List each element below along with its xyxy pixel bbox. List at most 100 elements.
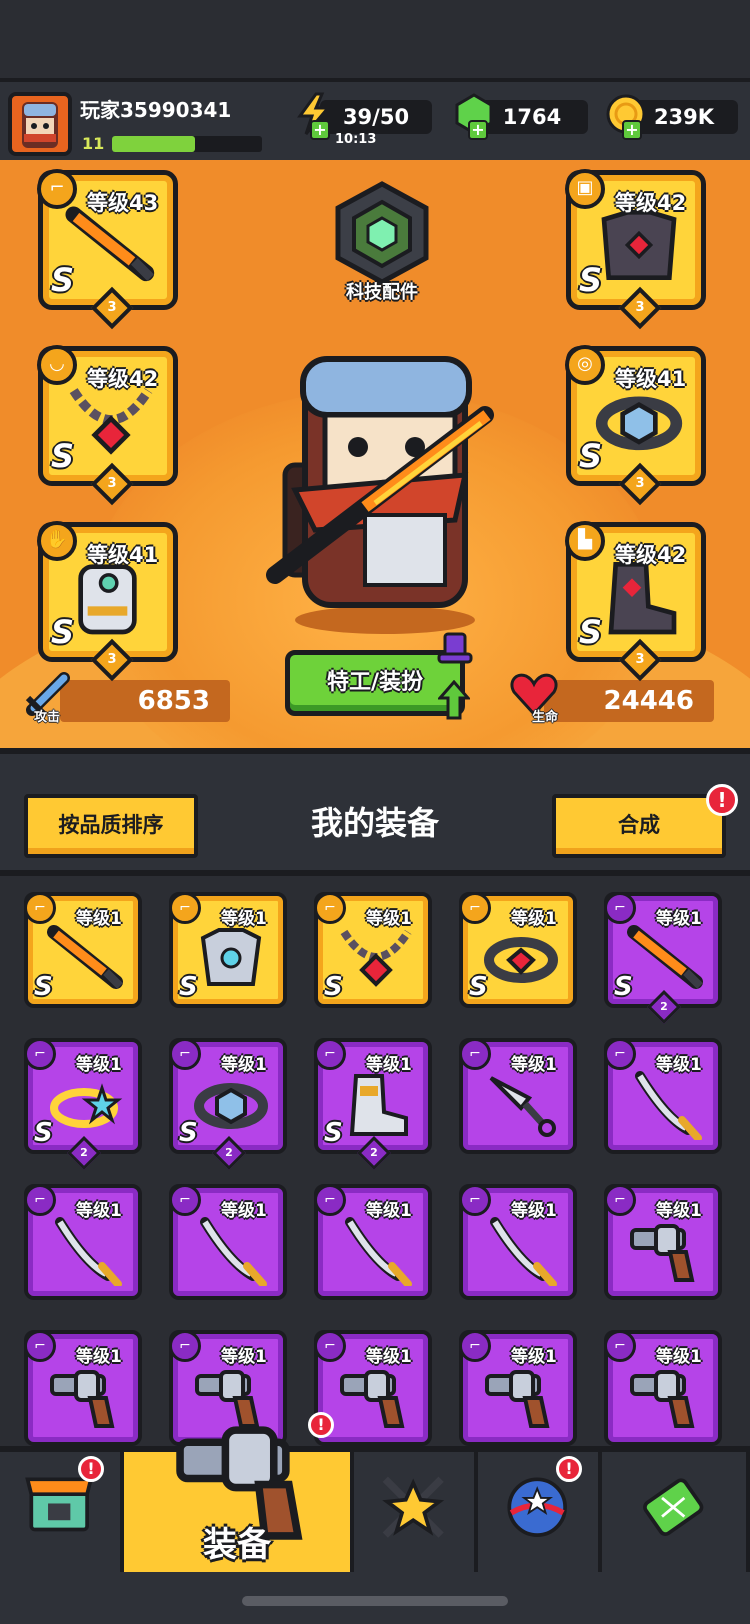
add-coins-button[interactable]: + (622, 120, 642, 140)
attack-label: 攻击 (34, 710, 61, 725)
upgrade-arrow-icon (438, 680, 470, 720)
hp-value: 24446 (544, 680, 714, 722)
item-level: 等级1 (76, 909, 122, 929)
equipment-screen: 玩家35990341 11 39/50 + 10:13 1764 + 239K … (0, 0, 750, 1624)
item-slot-type-icon: ⌐ (24, 1330, 56, 1362)
flame-sword-icon (47, 925, 123, 989)
inventory-item[interactable]: ⌐ 等级1 (459, 1330, 577, 1446)
item-rank: S (469, 972, 488, 1002)
inventory-item[interactable]: ⌐ 等级1 S 2 (314, 1038, 432, 1170)
mech-armor-icon (200, 928, 262, 986)
inventory-item[interactable]: ⌐ 等级1 S (314, 892, 432, 1008)
star-count: 3 (635, 476, 645, 491)
equipped-slot-right-3[interactable]: ▙ 等级42 S 3 (565, 521, 706, 682)
slot-rank: S (51, 613, 75, 651)
star-count: 3 (635, 300, 645, 315)
inventory-item[interactable]: ⌐ 等级1 (24, 1184, 142, 1300)
glove-slot-icon: ✋ (37, 521, 77, 561)
item-level: 等级1 (366, 909, 412, 929)
inventory-item[interactable]: ⌐ 等级1 (604, 1184, 722, 1300)
star-count: 3 (107, 652, 117, 667)
add-energy-button[interactable]: + (310, 120, 330, 140)
nav-tab-3[interactable] (354, 1452, 478, 1572)
item-slot-type-icon: ⌐ (459, 1038, 491, 1070)
equipped-slot-left-1[interactable]: ⌐ 等级43 S 3 (37, 169, 178, 330)
star-count: 3 (107, 300, 117, 315)
item-level: 等级1 (511, 1347, 557, 1367)
xp-bar-fill (112, 136, 195, 152)
inventory-item[interactable]: ⌐ 等级1 (604, 1038, 722, 1154)
equipped-slot-left-2[interactable]: ◡ 等级42 S 3 (37, 345, 178, 506)
item-slot-type-icon: ⌐ (169, 892, 201, 924)
item-level: 等级1 (366, 1201, 412, 1221)
item-slot-type-icon: ⌐ (604, 892, 636, 924)
item-slot-type-icon: ⌐ (24, 892, 56, 924)
dna-capsule-icon (643, 1478, 704, 1536)
item-slot-type-icon: ⌐ (169, 1038, 201, 1070)
inventory-item[interactable]: ⌐ 等级1 S 2 (604, 892, 722, 1024)
inventory-item[interactable]: ⌐ 等级1 (169, 1184, 287, 1300)
star-count: 2 (80, 1146, 88, 1159)
star-count: 3 (635, 652, 645, 667)
energy-counter: 39/50 (320, 100, 432, 134)
hp-label: 生命 (532, 710, 559, 725)
player-avatar[interactable] (8, 92, 72, 156)
revolver-icon (630, 1224, 695, 1282)
inventory-item[interactable]: ⌐ 等级1 S (169, 892, 287, 1008)
nav-tab-5[interactable] (602, 1452, 750, 1572)
inventory-item[interactable]: ⌐ 等级1 S 2 (24, 1038, 142, 1170)
flame-sword-icon (627, 925, 703, 989)
revolver-icon (485, 1370, 550, 1428)
item-level: 等级1 (366, 1055, 412, 1075)
merge-button[interactable]: 合成 (552, 794, 726, 858)
star-count-badge: 2 (647, 990, 681, 1024)
inventory-item[interactable]: ⌐ 等级1 S 2 (169, 1038, 287, 1170)
top-hat-icon (437, 632, 473, 664)
item-rank: S (34, 1118, 53, 1148)
nav-tab-4[interactable]: ! (478, 1452, 602, 1572)
belt-slot-icon: ◎ (565, 345, 605, 385)
item-rank: S (179, 1118, 198, 1148)
item-level: 等级1 (221, 909, 267, 929)
inventory-item[interactable]: ⌐ 等级1 (459, 1184, 577, 1300)
equipped-slot-right-2[interactable]: ◎ 等级41 S 3 (565, 345, 706, 506)
shop-icon (25, 1477, 94, 1532)
gun-slot-icon: ⌐ (37, 169, 77, 209)
chain-necklace-icon (340, 929, 412, 987)
nav-tab-label: 装备 (203, 1525, 271, 1565)
item-level: 等级1 (656, 1055, 702, 1075)
star-ring-icon (50, 1083, 123, 1128)
item-level: 等级1 (366, 1347, 412, 1367)
slot-level: 等级41 (87, 543, 159, 567)
hex-belt-icon (194, 1083, 268, 1129)
item-level: 等级1 (656, 1347, 702, 1367)
katana-icon (490, 1217, 557, 1286)
slot-level: 等级42 (615, 191, 687, 215)
item-slot-type-icon: ⌐ (24, 1184, 56, 1216)
inventory-item[interactable]: ⌐ 等级1 (314, 1184, 432, 1300)
slot-rank: S (51, 437, 75, 475)
katana-icon (345, 1217, 412, 1286)
equipped-slot-left-3[interactable]: ✋ 等级41 S 3 (37, 521, 178, 682)
add-gems-button[interactable]: + (468, 120, 488, 140)
item-level: 等级1 (221, 1055, 267, 1075)
inventory-item[interactable]: ⌐ 等级1 S (459, 892, 577, 1008)
mech-boot-icon (349, 1074, 408, 1136)
inventory-item[interactable]: ⌐ 等级1 S (24, 892, 142, 1008)
slot-level: 等级42 (615, 543, 687, 567)
item-level: 等级1 (511, 1055, 557, 1075)
player-name: 玩家35990341 (80, 98, 232, 122)
equipped-slot-right-1[interactable]: ▣ 等级42 S 3 (565, 169, 706, 330)
inventory-item[interactable]: ⌐ 等级1 (24, 1330, 142, 1446)
nav-tab-2[interactable]: 装备! (124, 1412, 354, 1572)
home-indicator (242, 1596, 508, 1606)
tech-accessory-icon[interactable] (330, 180, 434, 290)
item-level: 等级1 (511, 909, 557, 929)
item-level: 等级1 (76, 1201, 122, 1221)
item-slot-type-icon: ⌐ (604, 1330, 636, 1362)
slot-rank: S (579, 261, 603, 299)
nav-tab-1[interactable]: ! (0, 1452, 124, 1572)
inventory-item[interactable]: ⌐ 等级1 (604, 1330, 722, 1446)
inventory-item[interactable]: ⌐ 等级1 (459, 1038, 577, 1154)
nav-alert-badge: ! (78, 1456, 104, 1482)
